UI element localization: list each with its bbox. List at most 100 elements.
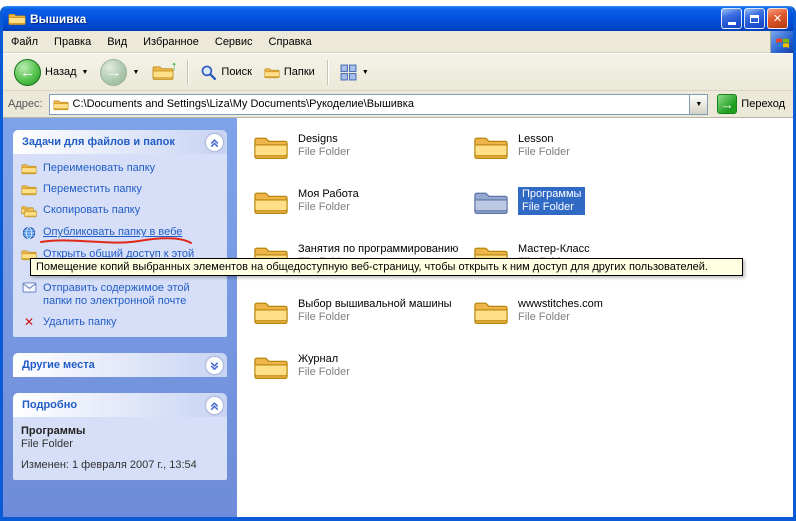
details-modified: Изменен: 1 февраля 2007 г., 13:54	[21, 459, 221, 472]
file-name: Lesson	[518, 133, 570, 146]
panel-title: Другие места	[22, 359, 95, 371]
file-tile-lesson[interactable]: Lesson File Folder	[473, 132, 687, 187]
folder-icon	[473, 297, 509, 326]
search-icon	[200, 64, 217, 81]
folders-label: Папки	[284, 66, 315, 78]
up-button[interactable]: ↑	[146, 60, 180, 84]
panel-title: Подробно	[22, 399, 77, 411]
details-type: File Folder	[21, 438, 221, 451]
search-label: Поиск	[221, 66, 251, 78]
panel-file-tasks: Задачи для файлов и папок Переименовать …	[13, 130, 227, 337]
address-bar: Адрес: C:\Documents and Settings\Liza\My…	[3, 91, 793, 118]
task-label: Отправить содержимое этой папки по элект…	[43, 282, 215, 308]
task-publish-folder-web[interactable]: Опубликовать папку в вебе	[21, 226, 221, 240]
views-button[interactable]: ▼	[335, 62, 374, 83]
window-controls: ✕	[721, 8, 788, 29]
menu-item-edit[interactable]: Правка	[46, 33, 99, 51]
panel-file-tasks-header[interactable]: Задачи для файлов и папок	[13, 130, 227, 154]
task-move-folder[interactable]: Переместить папку	[21, 183, 221, 196]
content-area: Задачи для файлов и папок Переименовать …	[3, 118, 793, 517]
file-name: Программы	[522, 188, 581, 201]
folder-icon	[253, 352, 289, 381]
copy-folder-icon	[21, 204, 37, 218]
toolbar-separator	[187, 60, 188, 85]
email-folder-icon	[21, 282, 37, 293]
window-title: Вышивка	[30, 12, 86, 26]
go-icon: →	[717, 94, 737, 114]
task-label: Опубликовать папку в вебе	[43, 226, 182, 239]
details-name: Программы	[21, 425, 221, 438]
up-icon: ↑	[151, 62, 175, 82]
maximize-button[interactable]	[744, 8, 765, 29]
file-name: Занятия по программированию	[298, 243, 458, 256]
file-type: File Folder	[518, 146, 570, 159]
task-rename-folder[interactable]: Переименовать папку	[21, 162, 221, 175]
task-label: Переместить папку	[43, 183, 142, 196]
close-button[interactable]: ✕	[767, 8, 788, 29]
publish-folder-web-icon	[21, 226, 37, 240]
address-label: Адрес:	[8, 98, 43, 110]
title-bar[interactable]: Вышивка ✕	[3, 6, 793, 31]
panel-details-header[interactable]: Подробно	[13, 393, 227, 417]
file-type: File Folder	[518, 311, 603, 324]
folder-icon	[253, 132, 289, 161]
file-list: Designs File Folder Lesson File Folder М…	[237, 118, 793, 517]
menu-item-tools[interactable]: Сервис	[207, 33, 261, 51]
file-name: Выбор вышивальной машины	[298, 298, 452, 311]
maximize-icon	[750, 15, 759, 23]
back-label: Назад	[45, 66, 77, 78]
panel-other-places-header[interactable]: Другие места	[13, 353, 227, 377]
folders-button[interactable]: Папки	[259, 64, 320, 81]
file-tile-moya-rabota[interactable]: Моя Работа File Folder	[253, 187, 467, 242]
views-dropdown-icon[interactable]: ▼	[362, 69, 369, 76]
file-name: Журнал	[298, 353, 350, 366]
task-label: Переименовать папку	[43, 162, 155, 175]
panel-title: Задачи для файлов и папок	[22, 136, 175, 148]
minimize-icon	[728, 22, 736, 25]
file-tile-wwwstitches[interactable]: wwwstitches.com File Folder	[473, 297, 687, 352]
back-icon: ←	[14, 59, 41, 86]
file-tile-designs[interactable]: Designs File Folder	[253, 132, 467, 187]
file-name: Мастер-Класс	[518, 243, 590, 256]
delete-folder-icon: ✕	[21, 316, 37, 328]
menu-item-help[interactable]: Справка	[261, 33, 320, 51]
folder-icon	[253, 187, 289, 216]
toolbar-separator	[327, 60, 328, 85]
move-folder-icon	[21, 183, 37, 196]
forward-button[interactable]: → ▼	[95, 57, 144, 88]
menu-item-file[interactable]: Файл	[3, 33, 46, 51]
address-dropdown-button[interactable]: ▼	[689, 95, 707, 114]
menu-item-favorites[interactable]: Избранное	[135, 33, 207, 51]
task-label: Скопировать папку	[43, 204, 140, 217]
folder-icon	[253, 297, 289, 326]
task-email-folder[interactable]: Отправить содержимое этой папки по элект…	[21, 282, 221, 308]
file-tile-programmy[interactable]: Программы File Folder	[473, 187, 687, 242]
toolbar: ← Назад ▼ → ▼ ↑ Поиск Папки ▼	[3, 54, 793, 91]
chevron-up-icon[interactable]	[206, 134, 223, 151]
chevron-up-icon[interactable]	[206, 397, 223, 414]
task-label: Удалить папку	[43, 316, 117, 329]
address-input[interactable]: C:\Documents and Settings\Liza\My Docume…	[49, 94, 709, 115]
file-tile-zhurnal[interactable]: Журнал File Folder	[253, 352, 467, 407]
task-copy-folder[interactable]: Скопировать папку	[21, 204, 221, 218]
task-delete-folder[interactable]: ✕ Удалить папку	[21, 316, 221, 329]
file-tile-vybor-vyshivalnoy-mashiny[interactable]: Выбор вышивальной машины File Folder	[253, 297, 467, 352]
window-folder-icon	[8, 11, 26, 26]
rename-folder-icon	[21, 162, 37, 175]
go-label: Переход	[741, 98, 785, 110]
file-type: File Folder	[298, 201, 359, 214]
address-folder-icon	[53, 98, 69, 111]
forward-dropdown-icon[interactable]: ▼	[132, 69, 139, 76]
file-type: File Folder	[522, 201, 581, 214]
back-button[interactable]: ← Назад ▼	[9, 57, 93, 88]
task-pane: Задачи для файлов и папок Переименовать …	[3, 118, 237, 517]
search-button[interactable]: Поиск	[195, 62, 256, 83]
minimize-button[interactable]	[721, 8, 742, 29]
folder-icon	[473, 187, 509, 216]
go-button[interactable]: → Переход	[714, 94, 788, 114]
menu-item-view[interactable]: Вид	[99, 33, 135, 51]
file-type: File Folder	[298, 146, 350, 159]
back-dropdown-icon[interactable]: ▼	[82, 69, 89, 76]
file-type: File Folder	[298, 366, 350, 379]
chevron-down-icon[interactable]	[206, 357, 223, 374]
